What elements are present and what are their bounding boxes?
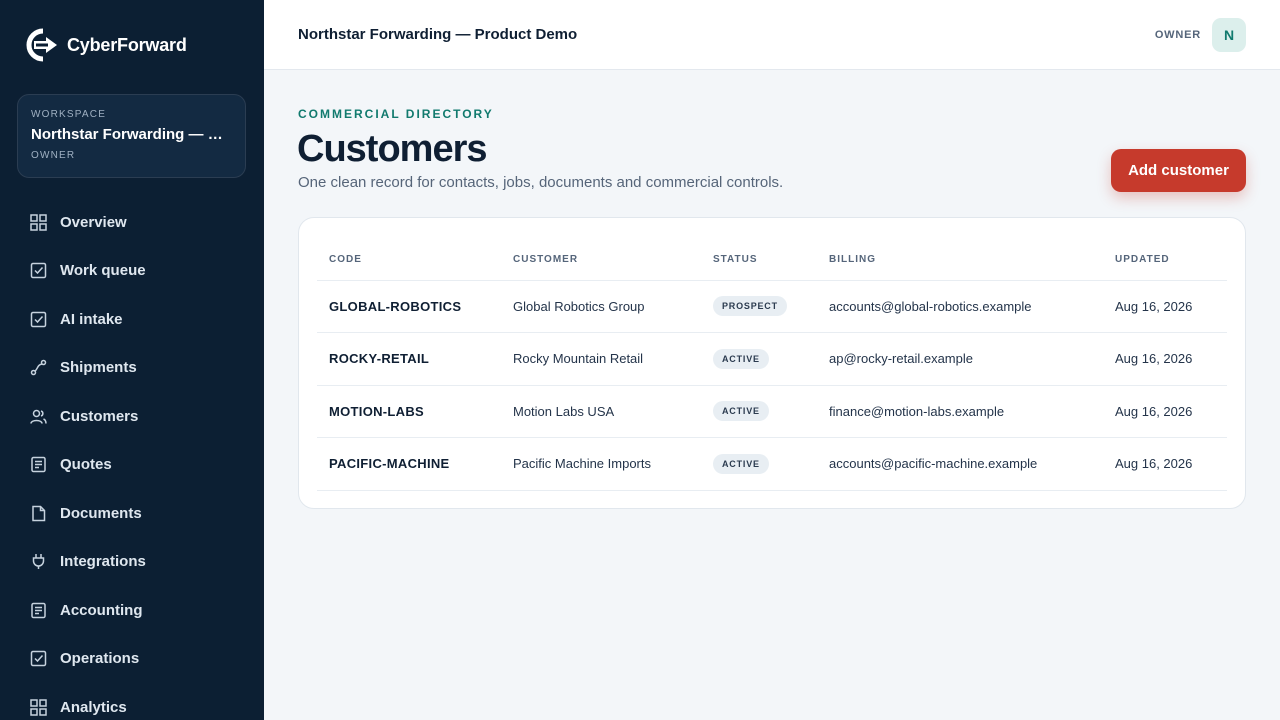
sidebar-item-label: Customers: [60, 407, 139, 425]
status-badge: ACTIVE: [713, 348, 769, 369]
customer-code: MOTION-LABS: [317, 385, 501, 438]
grid-icon: [30, 214, 47, 231]
customer-name: Global Robotics Group: [501, 280, 701, 333]
grid-icon: [30, 699, 47, 716]
sidebar-item-quotes[interactable]: Quotes: [0, 441, 264, 490]
sidebar-nav: Overview Work queue AI intake Shipments …: [0, 198, 264, 720]
table-row[interactable]: ROCKY-RETAIL Rocky Mountain Retail ACTIV…: [317, 332, 1227, 386]
sidebar-item-label: Work queue: [60, 262, 146, 280]
sidebar-item-customers[interactable]: Customers: [0, 392, 264, 441]
billing-email: finance@motion-labs.example: [817, 385, 1103, 438]
sidebar-item-documents[interactable]: Documents: [0, 489, 264, 538]
sidebar-item-accounting[interactable]: Accounting: [0, 586, 264, 635]
checkbox-icon: [30, 311, 47, 328]
sidebar-item-overview[interactable]: Overview: [0, 198, 264, 247]
file-icon: [30, 505, 47, 522]
cyberforward-logo-icon: [26, 28, 58, 62]
sidebar-item-label: Operations: [60, 650, 140, 668]
customer-name: Rocky Mountain Retail: [501, 332, 701, 386]
sidebar-item-label: Documents: [60, 504, 142, 522]
status-cell: ACTIVE: [701, 332, 817, 386]
customer-code: ROCKY-RETAIL: [317, 332, 501, 386]
sidebar-item-label: Quotes: [60, 456, 112, 474]
column-header-status[interactable]: STATUS: [701, 240, 817, 281]
sidebar-item-analytics[interactable]: Analytics: [0, 683, 264, 720]
status-badge: ACTIVE: [713, 401, 769, 422]
customer-code: GLOBAL-ROBOTICS: [317, 280, 501, 333]
workspace-name: Northstar Forwarding — Product Demo: [31, 126, 232, 143]
sidebar: CyberForward WORKSPACE Northstar Forward…: [0, 0, 264, 720]
top-bar: Northstar Forwarding — Product Demo OWNE…: [264, 0, 1280, 70]
page-subtitle: One clean record for contacts, jobs, doc…: [298, 174, 784, 191]
workspace-label: WORKSPACE: [31, 109, 107, 120]
sidebar-item-integrations[interactable]: Integrations: [0, 538, 264, 587]
sidebar-item-label: Analytics: [60, 698, 127, 716]
page-title: Customers: [297, 128, 487, 170]
sidebar-item-operations[interactable]: Operations: [0, 635, 264, 684]
brand-name: CyberForward: [67, 34, 187, 55]
status-badge: PROSPECT: [713, 296, 787, 317]
checkbox-icon: [30, 650, 47, 667]
users-icon: [30, 408, 47, 425]
add-customer-button[interactable]: Add customer: [1111, 149, 1246, 192]
billing-email: accounts@global-robotics.example: [817, 280, 1103, 333]
sidebar-item-label: Integrations: [60, 553, 146, 571]
workspace-role: OWNER: [31, 150, 76, 161]
customer-name: Motion Labs USA: [501, 385, 701, 438]
sidebar-item-ai-intake[interactable]: AI intake: [0, 295, 264, 344]
status-cell: ACTIVE: [701, 385, 817, 438]
table-header-row: CODE CUSTOMER STATUS BILLING UPDATED: [317, 240, 1227, 281]
plug-icon: [30, 553, 47, 570]
workspace-switcher[interactable]: WORKSPACE Northstar Forwarding — Product…: [17, 94, 246, 178]
document-lines-icon: [30, 602, 47, 619]
billing-email: accounts@pacific-machine.example: [817, 437, 1103, 491]
updated-date: Aug 16, 2026: [1103, 280, 1227, 333]
table-row[interactable]: PACIFIC-MACHINE Pacific Machine Imports …: [317, 437, 1227, 491]
sidebar-item-shipments[interactable]: Shipments: [0, 344, 264, 393]
sidebar-item-label: AI intake: [60, 310, 123, 328]
status-badge: ACTIVE: [713, 453, 769, 474]
route-icon: [30, 359, 47, 376]
status-cell: PROSPECT: [701, 280, 817, 333]
sidebar-item-work-queue[interactable]: Work queue: [0, 247, 264, 296]
column-header-code[interactable]: CODE: [317, 240, 501, 281]
brand[interactable]: CyberForward: [26, 28, 187, 62]
updated-date: Aug 16, 2026: [1103, 332, 1227, 386]
status-cell: ACTIVE: [701, 437, 817, 491]
page-eyebrow: COMMERCIAL DIRECTORY: [298, 107, 494, 121]
customers-table: CODE CUSTOMER STATUS BILLING UPDATED GLO…: [317, 240, 1227, 491]
column-header-billing[interactable]: BILLING: [817, 240, 1103, 281]
updated-date: Aug 16, 2026: [1103, 385, 1227, 438]
table-row[interactable]: GLOBAL-ROBOTICS Global Robotics Group PR…: [317, 280, 1227, 333]
column-header-updated[interactable]: UPDATED: [1103, 240, 1227, 281]
user-role-label: OWNER: [1154, 29, 1201, 41]
customers-table-card: CODE CUSTOMER STATUS BILLING UPDATED GLO…: [298, 217, 1246, 509]
customer-name: Pacific Machine Imports: [501, 437, 701, 491]
updated-date: Aug 16, 2026: [1103, 437, 1227, 491]
sidebar-item-label: Shipments: [60, 359, 137, 377]
column-header-customer[interactable]: CUSTOMER: [501, 240, 701, 281]
customer-code: PACIFIC-MACHINE: [317, 437, 501, 491]
document-lines-icon: [30, 456, 47, 473]
billing-email: ap@rocky-retail.example: [817, 332, 1103, 386]
table-row[interactable]: MOTION-LABS Motion Labs USA ACTIVE finan…: [317, 385, 1227, 438]
sidebar-item-label: Accounting: [60, 601, 143, 619]
checkbox-icon: [30, 262, 47, 279]
workspace-title: Northstar Forwarding — Product Demo: [298, 26, 578, 43]
sidebar-item-label: Overview: [60, 213, 127, 231]
avatar[interactable]: N: [1212, 18, 1246, 52]
